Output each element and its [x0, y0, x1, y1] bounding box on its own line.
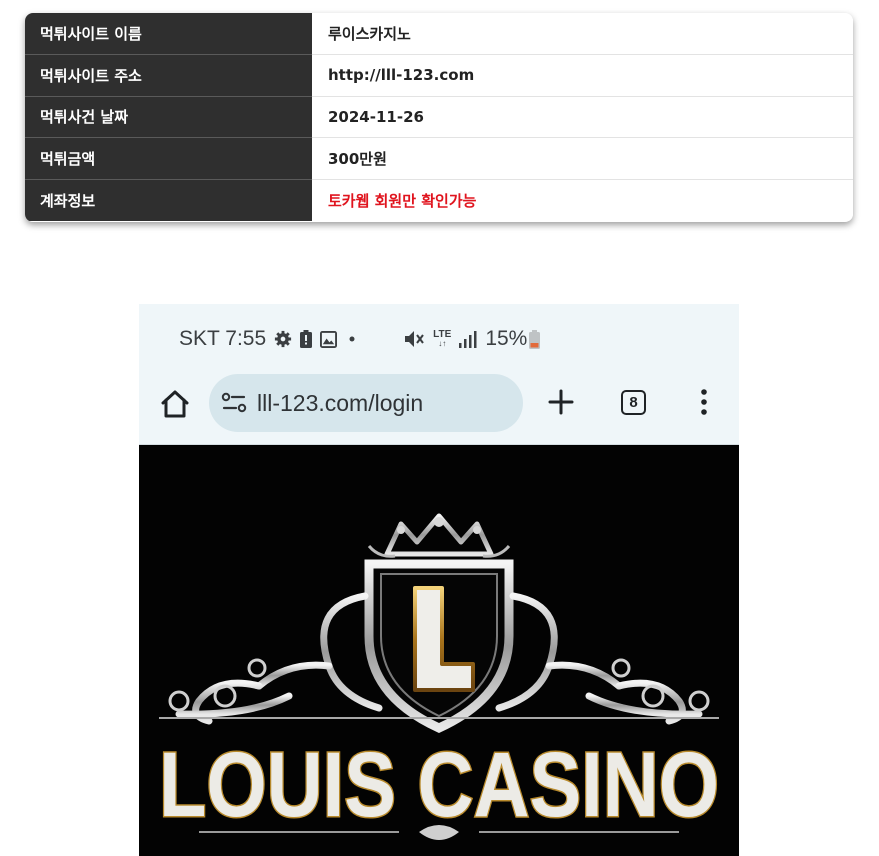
status-bar: SKT 7:55 LTE ↓↑ 15%: [139, 304, 739, 374]
browser-toolbar: lll-123.com/login 8: [139, 374, 739, 445]
account-info-value: 토카웹 회원만 확인가능: [312, 179, 853, 221]
right-ornament: [495, 592, 703, 725]
account-info-label: 계좌정보: [25, 179, 312, 221]
table-row: 먹튀금액 300만원: [25, 137, 853, 180]
gear-icon: [275, 330, 292, 348]
site-name-label: 먹튀사이트 이름: [25, 13, 312, 56]
image-icon: [320, 330, 338, 348]
signal-icon: [459, 330, 477, 348]
site-settings-icon[interactable]: [221, 392, 247, 414]
site-address-value: http://lll-123.com: [312, 54, 853, 97]
home-icon[interactable]: [159, 388, 191, 420]
table-row: 먹튀사이트 주소 http://lll-123.com: [25, 54, 853, 97]
amount-label: 먹튀금액: [25, 137, 312, 180]
more-vert-icon[interactable]: [697, 388, 711, 416]
phone-screenshot: SKT 7:55 LTE ↓↑ 15% lll-123.com/login 8: [139, 304, 739, 856]
dot-icon: [349, 336, 355, 342]
report-table: 먹튀사이트 이름 루이스카지노 먹튀사이트 주소 http://lll-123.…: [25, 13, 853, 221]
left-ornament: [175, 592, 383, 725]
incident-date-label: 먹튀사건 날짜: [25, 96, 312, 139]
casino-logo-banner: LOUIS CASINO: [139, 446, 739, 856]
scam-report-table: 먹튀사이트 이름 루이스카지노 먹튀사이트 주소 http://lll-123.…: [25, 13, 853, 222]
crown-icon: [367, 513, 511, 558]
incident-date-value: 2024-11-26: [312, 96, 853, 139]
carrier-time: SKT 7:55: [179, 327, 267, 350]
tab-switcher-button[interactable]: 8: [621, 390, 646, 415]
tab-count: 8: [629, 394, 638, 411]
battery-alert-icon: [300, 330, 313, 348]
data-arrows-icon: ↓↑: [438, 339, 447, 348]
new-tab-icon[interactable]: [547, 388, 575, 416]
battery-percent: 15%: [485, 327, 528, 350]
network-indicator: LTE ↓↑: [433, 330, 451, 348]
table-row: 계좌정보 토카웹 회원만 확인가능: [25, 179, 853, 221]
address-bar[interactable]: lll-123.com/login: [209, 374, 523, 432]
site-address-label: 먹튀사이트 주소: [25, 54, 312, 97]
logo-name: LOUIS CASINO: [159, 734, 719, 836]
mute-icon: [405, 331, 424, 347]
url-text: lll-123.com/login: [257, 389, 424, 416]
site-name-value: 루이스카지노: [312, 13, 853, 56]
louis-casino-logo: LOUIS CASINO: [158, 513, 721, 840]
table-row: 먹튀사건 날짜 2024-11-26: [25, 96, 853, 139]
battery-icon: [529, 329, 541, 349]
amount-value: 300만원: [312, 137, 853, 180]
table-row: 먹튀사이트 이름 루이스카지노: [25, 13, 853, 56]
